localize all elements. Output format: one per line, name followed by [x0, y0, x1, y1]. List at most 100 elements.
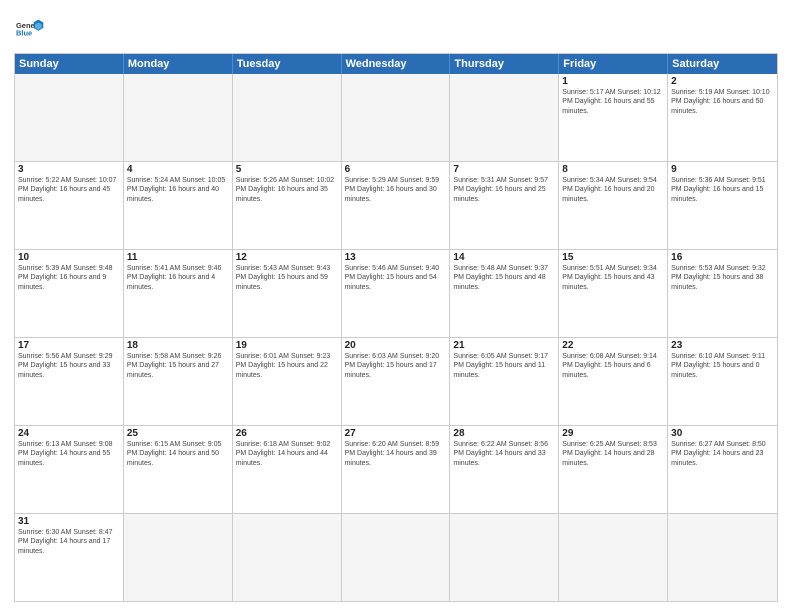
calendar-cell: 12Sunrise: 5:43 AM Sunset: 9:43 PM Dayli… — [233, 250, 342, 337]
calendar-cell: 8Sunrise: 5:34 AM Sunset: 9:54 PM Daylig… — [559, 162, 668, 249]
day-number: 13 — [345, 252, 447, 263]
day-number: 22 — [562, 340, 664, 351]
day-info: Sunrise: 6:10 AM Sunset: 9:11 PM Dayligh… — [671, 352, 774, 380]
day-info: Sunrise: 5:31 AM Sunset: 9:57 PM Dayligh… — [453, 176, 555, 204]
calendar-row-0: 1Sunrise: 5:17 AM Sunset: 10:12 PM Dayli… — [15, 74, 777, 161]
day-number: 26 — [236, 428, 338, 439]
calendar-cell — [124, 74, 233, 161]
calendar-cell: 15Sunrise: 5:51 AM Sunset: 9:34 PM Dayli… — [559, 250, 668, 337]
calendar-row-1: 3Sunrise: 5:22 AM Sunset: 10:07 PM Dayli… — [15, 161, 777, 249]
calendar-cell: 5Sunrise: 5:26 AM Sunset: 10:02 PM Dayli… — [233, 162, 342, 249]
day-info: Sunrise: 5:46 AM Sunset: 9:40 PM Dayligh… — [345, 264, 447, 292]
calendar-cell: 9Sunrise: 5:36 AM Sunset: 9:51 PM Daylig… — [668, 162, 777, 249]
calendar-cell: 13Sunrise: 5:46 AM Sunset: 9:40 PM Dayli… — [342, 250, 451, 337]
day-number: 21 — [453, 340, 555, 351]
day-number: 11 — [127, 252, 229, 263]
weekday-header-thursday: Thursday — [450, 54, 559, 74]
day-number: 17 — [18, 340, 120, 351]
day-info: Sunrise: 5:34 AM Sunset: 9:54 PM Dayligh… — [562, 176, 664, 204]
day-number: 7 — [453, 164, 555, 175]
day-info: Sunrise: 6:15 AM Sunset: 9:05 PM Dayligh… — [127, 440, 229, 468]
day-number: 19 — [236, 340, 338, 351]
day-info: Sunrise: 6:18 AM Sunset: 9:02 PM Dayligh… — [236, 440, 338, 468]
weekday-header-monday: Monday — [124, 54, 233, 74]
day-number: 14 — [453, 252, 555, 263]
day-info: Sunrise: 5:24 AM Sunset: 10:05 PM Daylig… — [127, 176, 229, 204]
logo-text: General Blue — [14, 14, 44, 47]
calendar-cell: 6Sunrise: 5:29 AM Sunset: 9:59 PM Daylig… — [342, 162, 451, 249]
page: General Blue SundayMondayTuesdayWednesda… — [0, 0, 792, 612]
day-number: 8 — [562, 164, 664, 175]
calendar: SundayMondayTuesdayWednesdayThursdayFrid… — [14, 53, 778, 602]
calendar-cell: 1Sunrise: 5:17 AM Sunset: 10:12 PM Dayli… — [559, 74, 668, 161]
calendar-cell: 26Sunrise: 6:18 AM Sunset: 9:02 PM Dayli… — [233, 426, 342, 513]
calendar-body: 1Sunrise: 5:17 AM Sunset: 10:12 PM Dayli… — [15, 74, 777, 601]
day-info: Sunrise: 5:58 AM Sunset: 9:26 PM Dayligh… — [127, 352, 229, 380]
header: General Blue — [14, 10, 778, 47]
calendar-cell: 7Sunrise: 5:31 AM Sunset: 9:57 PM Daylig… — [450, 162, 559, 249]
calendar-header-row: SundayMondayTuesdayWednesdayThursdayFrid… — [15, 54, 777, 74]
day-info: Sunrise: 6:13 AM Sunset: 9:08 PM Dayligh… — [18, 440, 120, 468]
calendar-cell: 16Sunrise: 5:53 AM Sunset: 9:32 PM Dayli… — [668, 250, 777, 337]
weekday-header-wednesday: Wednesday — [342, 54, 451, 74]
day-info: Sunrise: 5:51 AM Sunset: 9:34 PM Dayligh… — [562, 264, 664, 292]
calendar-cell: 23Sunrise: 6:10 AM Sunset: 9:11 PM Dayli… — [668, 338, 777, 425]
calendar-cell — [342, 514, 451, 601]
calendar-cell: 29Sunrise: 6:25 AM Sunset: 8:53 PM Dayli… — [559, 426, 668, 513]
calendar-cell: 22Sunrise: 6:08 AM Sunset: 9:14 PM Dayli… — [559, 338, 668, 425]
day-number: 6 — [345, 164, 447, 175]
calendar-cell — [559, 514, 668, 601]
day-number: 25 — [127, 428, 229, 439]
day-number: 23 — [671, 340, 774, 351]
calendar-cell — [342, 74, 451, 161]
day-info: Sunrise: 5:53 AM Sunset: 9:32 PM Dayligh… — [671, 264, 774, 292]
calendar-cell: 25Sunrise: 6:15 AM Sunset: 9:05 PM Dayli… — [124, 426, 233, 513]
calendar-cell: 20Sunrise: 6:03 AM Sunset: 9:20 PM Dayli… — [342, 338, 451, 425]
day-number: 30 — [671, 428, 774, 439]
weekday-header-friday: Friday — [559, 54, 668, 74]
day-info: Sunrise: 5:56 AM Sunset: 9:29 PM Dayligh… — [18, 352, 120, 380]
day-info: Sunrise: 6:27 AM Sunset: 8:50 PM Dayligh… — [671, 440, 774, 468]
calendar-cell: 30Sunrise: 6:27 AM Sunset: 8:50 PM Dayli… — [668, 426, 777, 513]
day-number: 31 — [18, 516, 120, 527]
day-info: Sunrise: 5:22 AM Sunset: 10:07 PM Daylig… — [18, 176, 120, 204]
calendar-cell — [668, 514, 777, 601]
day-number: 18 — [127, 340, 229, 351]
day-number: 20 — [345, 340, 447, 351]
day-number: 3 — [18, 164, 120, 175]
calendar-row-2: 10Sunrise: 5:39 AM Sunset: 9:48 PM Dayli… — [15, 249, 777, 337]
day-info: Sunrise: 6:30 AM Sunset: 8:47 PM Dayligh… — [18, 528, 120, 556]
day-number: 2 — [671, 76, 774, 87]
day-info: Sunrise: 6:08 AM Sunset: 9:14 PM Dayligh… — [562, 352, 664, 380]
day-info: Sunrise: 5:41 AM Sunset: 9:46 PM Dayligh… — [127, 264, 229, 292]
day-number: 15 — [562, 252, 664, 263]
day-number: 27 — [345, 428, 447, 439]
calendar-cell: 17Sunrise: 5:56 AM Sunset: 9:29 PM Dayli… — [15, 338, 124, 425]
day-number: 9 — [671, 164, 774, 175]
day-info: Sunrise: 6:01 AM Sunset: 9:23 PM Dayligh… — [236, 352, 338, 380]
calendar-cell: 10Sunrise: 5:39 AM Sunset: 9:48 PM Dayli… — [15, 250, 124, 337]
day-info: Sunrise: 5:29 AM Sunset: 9:59 PM Dayligh… — [345, 176, 447, 204]
weekday-header-saturday: Saturday — [668, 54, 777, 74]
svg-text:Blue: Blue — [16, 28, 32, 37]
day-number: 12 — [236, 252, 338, 263]
day-info: Sunrise: 5:43 AM Sunset: 9:43 PM Dayligh… — [236, 264, 338, 292]
calendar-cell: 31Sunrise: 6:30 AM Sunset: 8:47 PM Dayli… — [15, 514, 124, 601]
weekday-header-sunday: Sunday — [15, 54, 124, 74]
calendar-cell: 14Sunrise: 5:48 AM Sunset: 9:37 PM Dayli… — [450, 250, 559, 337]
day-info: Sunrise: 6:20 AM Sunset: 8:59 PM Dayligh… — [345, 440, 447, 468]
day-number: 4 — [127, 164, 229, 175]
day-info: Sunrise: 5:17 AM Sunset: 10:12 PM Daylig… — [562, 88, 664, 116]
day-info: Sunrise: 6:03 AM Sunset: 9:20 PM Dayligh… — [345, 352, 447, 380]
day-number: 24 — [18, 428, 120, 439]
calendar-cell: 27Sunrise: 6:20 AM Sunset: 8:59 PM Dayli… — [342, 426, 451, 513]
calendar-cell: 3Sunrise: 5:22 AM Sunset: 10:07 PM Dayli… — [15, 162, 124, 249]
day-number: 5 — [236, 164, 338, 175]
day-number: 28 — [453, 428, 555, 439]
calendar-cell — [124, 514, 233, 601]
calendar-cell: 28Sunrise: 6:22 AM Sunset: 8:56 PM Dayli… — [450, 426, 559, 513]
day-info: Sunrise: 6:05 AM Sunset: 9:17 PM Dayligh… — [453, 352, 555, 380]
calendar-cell — [233, 514, 342, 601]
day-number: 16 — [671, 252, 774, 263]
calendar-cell: 21Sunrise: 6:05 AM Sunset: 9:17 PM Dayli… — [450, 338, 559, 425]
